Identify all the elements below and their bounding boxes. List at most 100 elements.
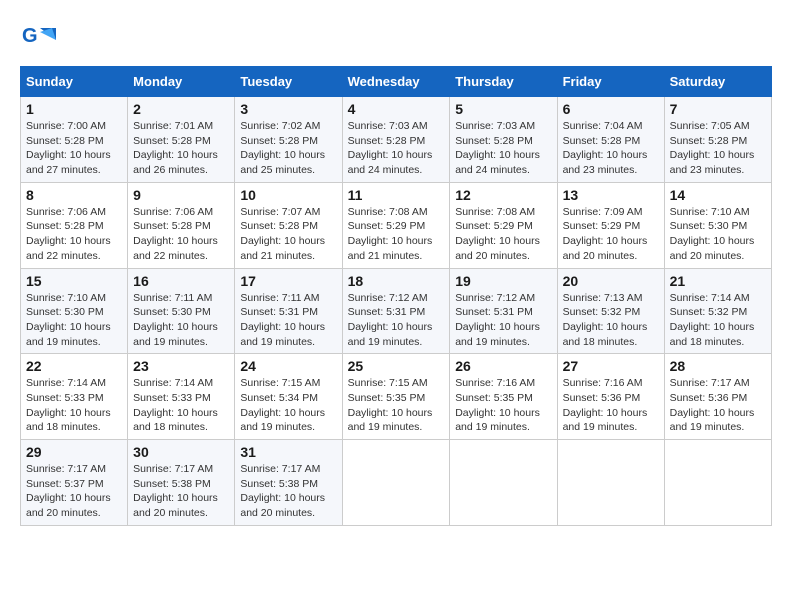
day-cell: 29 Sunrise: 7:17 AM Sunset: 5:37 PM Dayl… xyxy=(21,440,128,526)
week-row-4: 22 Sunrise: 7:14 AM Sunset: 5:33 PM Dayl… xyxy=(21,354,772,440)
day-number: 23 xyxy=(133,358,229,374)
day-number: 30 xyxy=(133,444,229,460)
day-cell: 24 Sunrise: 7:15 AM Sunset: 5:34 PM Dayl… xyxy=(235,354,342,440)
header: G xyxy=(20,20,772,56)
day-detail: Sunrise: 7:06 AM Sunset: 5:28 PM Dayligh… xyxy=(26,205,122,264)
day-number: 27 xyxy=(563,358,659,374)
day-cell: 30 Sunrise: 7:17 AM Sunset: 5:38 PM Dayl… xyxy=(128,440,235,526)
col-header-sunday: Sunday xyxy=(21,67,128,97)
day-number: 14 xyxy=(670,187,766,203)
day-number: 9 xyxy=(133,187,229,203)
calendar-body: 1 Sunrise: 7:00 AM Sunset: 5:28 PM Dayli… xyxy=(21,97,772,526)
day-cell: 15 Sunrise: 7:10 AM Sunset: 5:30 PM Dayl… xyxy=(21,268,128,354)
day-detail: Sunrise: 7:12 AM Sunset: 5:31 PM Dayligh… xyxy=(455,291,551,350)
day-number: 31 xyxy=(240,444,336,460)
col-header-tuesday: Tuesday xyxy=(235,67,342,97)
day-detail: Sunrise: 7:15 AM Sunset: 5:35 PM Dayligh… xyxy=(348,376,445,435)
day-cell: 26 Sunrise: 7:16 AM Sunset: 5:35 PM Dayl… xyxy=(450,354,557,440)
day-number: 24 xyxy=(240,358,336,374)
day-cell: 28 Sunrise: 7:17 AM Sunset: 5:36 PM Dayl… xyxy=(664,354,771,440)
day-number: 12 xyxy=(455,187,551,203)
day-detail: Sunrise: 7:00 AM Sunset: 5:28 PM Dayligh… xyxy=(26,119,122,178)
col-header-monday: Monday xyxy=(128,67,235,97)
day-cell: 5 Sunrise: 7:03 AM Sunset: 5:28 PM Dayli… xyxy=(450,97,557,183)
day-detail: Sunrise: 7:14 AM Sunset: 5:33 PM Dayligh… xyxy=(133,376,229,435)
day-detail: Sunrise: 7:11 AM Sunset: 5:30 PM Dayligh… xyxy=(133,291,229,350)
day-number: 28 xyxy=(670,358,766,374)
day-detail: Sunrise: 7:14 AM Sunset: 5:32 PM Dayligh… xyxy=(670,291,766,350)
day-detail: Sunrise: 7:02 AM Sunset: 5:28 PM Dayligh… xyxy=(240,119,336,178)
col-header-saturday: Saturday xyxy=(664,67,771,97)
day-detail: Sunrise: 7:08 AM Sunset: 5:29 PM Dayligh… xyxy=(455,205,551,264)
day-detail: Sunrise: 7:03 AM Sunset: 5:28 PM Dayligh… xyxy=(348,119,445,178)
day-detail: Sunrise: 7:03 AM Sunset: 5:28 PM Dayligh… xyxy=(455,119,551,178)
day-cell: 8 Sunrise: 7:06 AM Sunset: 5:28 PM Dayli… xyxy=(21,182,128,268)
day-detail: Sunrise: 7:06 AM Sunset: 5:28 PM Dayligh… xyxy=(133,205,229,264)
day-number: 29 xyxy=(26,444,122,460)
day-detail: Sunrise: 7:12 AM Sunset: 5:31 PM Dayligh… xyxy=(348,291,445,350)
day-cell: 2 Sunrise: 7:01 AM Sunset: 5:28 PM Dayli… xyxy=(128,97,235,183)
day-detail: Sunrise: 7:10 AM Sunset: 5:30 PM Dayligh… xyxy=(670,205,766,264)
day-number: 4 xyxy=(348,101,445,117)
day-number: 15 xyxy=(26,273,122,289)
svg-text:G: G xyxy=(22,25,38,47)
day-detail: Sunrise: 7:17 AM Sunset: 5:38 PM Dayligh… xyxy=(240,462,336,521)
day-cell: 10 Sunrise: 7:07 AM Sunset: 5:28 PM Dayl… xyxy=(235,182,342,268)
day-detail: Sunrise: 7:17 AM Sunset: 5:37 PM Dayligh… xyxy=(26,462,122,521)
week-row-1: 1 Sunrise: 7:00 AM Sunset: 5:28 PM Dayli… xyxy=(21,97,772,183)
day-detail: Sunrise: 7:11 AM Sunset: 5:31 PM Dayligh… xyxy=(240,291,336,350)
day-cell: 12 Sunrise: 7:08 AM Sunset: 5:29 PM Dayl… xyxy=(450,182,557,268)
day-detail: Sunrise: 7:13 AM Sunset: 5:32 PM Dayligh… xyxy=(563,291,659,350)
day-detail: Sunrise: 7:10 AM Sunset: 5:30 PM Dayligh… xyxy=(26,291,122,350)
day-number: 2 xyxy=(133,101,229,117)
day-detail: Sunrise: 7:17 AM Sunset: 5:38 PM Dayligh… xyxy=(133,462,229,521)
day-cell: 7 Sunrise: 7:05 AM Sunset: 5:28 PM Dayli… xyxy=(664,97,771,183)
day-number: 17 xyxy=(240,273,336,289)
day-number: 11 xyxy=(348,187,445,203)
day-detail: Sunrise: 7:16 AM Sunset: 5:36 PM Dayligh… xyxy=(563,376,659,435)
day-cell xyxy=(342,440,450,526)
day-number: 7 xyxy=(670,101,766,117)
day-cell: 31 Sunrise: 7:17 AM Sunset: 5:38 PM Dayl… xyxy=(235,440,342,526)
day-detail: Sunrise: 7:17 AM Sunset: 5:36 PM Dayligh… xyxy=(670,376,766,435)
day-cell: 3 Sunrise: 7:02 AM Sunset: 5:28 PM Dayli… xyxy=(235,97,342,183)
day-cell: 14 Sunrise: 7:10 AM Sunset: 5:30 PM Dayl… xyxy=(664,182,771,268)
day-detail: Sunrise: 7:08 AM Sunset: 5:29 PM Dayligh… xyxy=(348,205,445,264)
day-cell: 25 Sunrise: 7:15 AM Sunset: 5:35 PM Dayl… xyxy=(342,354,450,440)
day-detail: Sunrise: 7:16 AM Sunset: 5:35 PM Dayligh… xyxy=(455,376,551,435)
day-number: 18 xyxy=(348,273,445,289)
day-detail: Sunrise: 7:01 AM Sunset: 5:28 PM Dayligh… xyxy=(133,119,229,178)
day-detail: Sunrise: 7:05 AM Sunset: 5:28 PM Dayligh… xyxy=(670,119,766,178)
day-cell: 27 Sunrise: 7:16 AM Sunset: 5:36 PM Dayl… xyxy=(557,354,664,440)
day-cell: 22 Sunrise: 7:14 AM Sunset: 5:33 PM Dayl… xyxy=(21,354,128,440)
day-cell: 16 Sunrise: 7:11 AM Sunset: 5:30 PM Dayl… xyxy=(128,268,235,354)
day-number: 6 xyxy=(563,101,659,117)
day-detail: Sunrise: 7:09 AM Sunset: 5:29 PM Dayligh… xyxy=(563,205,659,264)
day-number: 10 xyxy=(240,187,336,203)
day-number: 21 xyxy=(670,273,766,289)
day-cell: 6 Sunrise: 7:04 AM Sunset: 5:28 PM Dayli… xyxy=(557,97,664,183)
day-cell: 11 Sunrise: 7:08 AM Sunset: 5:29 PM Dayl… xyxy=(342,182,450,268)
logo: G xyxy=(20,20,60,56)
logo-icon: G xyxy=(20,20,56,56)
col-header-wednesday: Wednesday xyxy=(342,67,450,97)
day-detail: Sunrise: 7:07 AM Sunset: 5:28 PM Dayligh… xyxy=(240,205,336,264)
day-detail: Sunrise: 7:15 AM Sunset: 5:34 PM Dayligh… xyxy=(240,376,336,435)
day-cell xyxy=(450,440,557,526)
day-cell: 21 Sunrise: 7:14 AM Sunset: 5:32 PM Dayl… xyxy=(664,268,771,354)
day-number: 26 xyxy=(455,358,551,374)
day-cell xyxy=(557,440,664,526)
week-row-5: 29 Sunrise: 7:17 AM Sunset: 5:37 PM Dayl… xyxy=(21,440,772,526)
day-cell: 20 Sunrise: 7:13 AM Sunset: 5:32 PM Dayl… xyxy=(557,268,664,354)
day-number: 25 xyxy=(348,358,445,374)
day-cell: 9 Sunrise: 7:06 AM Sunset: 5:28 PM Dayli… xyxy=(128,182,235,268)
day-cell: 17 Sunrise: 7:11 AM Sunset: 5:31 PM Dayl… xyxy=(235,268,342,354)
day-cell: 23 Sunrise: 7:14 AM Sunset: 5:33 PM Dayl… xyxy=(128,354,235,440)
calendar-header-row: SundayMondayTuesdayWednesdayThursdayFrid… xyxy=(21,67,772,97)
day-number: 5 xyxy=(455,101,551,117)
day-number: 13 xyxy=(563,187,659,203)
day-number: 20 xyxy=(563,273,659,289)
day-cell: 18 Sunrise: 7:12 AM Sunset: 5:31 PM Dayl… xyxy=(342,268,450,354)
day-number: 1 xyxy=(26,101,122,117)
col-header-thursday: Thursday xyxy=(450,67,557,97)
